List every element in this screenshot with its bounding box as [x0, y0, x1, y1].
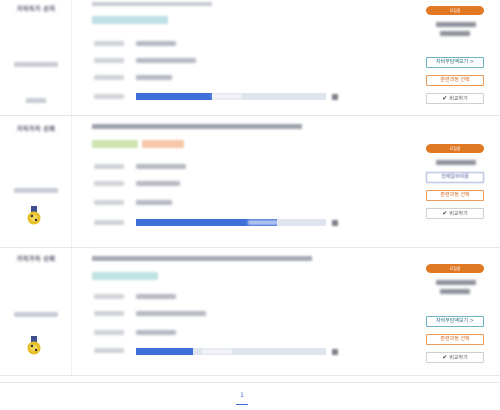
course-info — [86, 248, 348, 375]
select-course-button[interactable]: 훈련과정 선택 — [426, 334, 484, 345]
course-card: 가지가지 신뢰 모집중 — [0, 116, 500, 248]
info-value — [136, 311, 206, 316]
compare-label: 비교하기 — [449, 96, 468, 102]
course-actions: 모집중 자비부담액보기 > 훈련과정 선택 ✔ 비교하기 — [426, 248, 486, 375]
enrollment-bar-label — [248, 220, 278, 225]
info-key — [94, 94, 124, 99]
institution-rating — [436, 22, 476, 27]
info-line — [94, 75, 344, 81]
course-actions: 모집중 전체일부비용 훈련과정 선택 ✔ 비교하기 — [426, 116, 486, 247]
info-key — [94, 294, 124, 299]
course-info — [86, 0, 348, 115]
gold-badge-icon — [27, 206, 41, 225]
info-key — [94, 220, 124, 225]
course-title[interactable] — [92, 2, 212, 6]
select-course-button[interactable]: 훈련과정 선택 — [426, 75, 484, 86]
pagination: 1 — [0, 382, 500, 410]
enrollment-bar-label — [202, 349, 232, 354]
course-actions: 모집중 자비부담액보기 > 훈련과정 선택 ✔ 비교하기 — [426, 0, 486, 115]
info-key — [94, 58, 124, 63]
course-logo-column: 가지가지 신뢰 — [0, 248, 72, 375]
info-key — [94, 200, 124, 205]
info-key — [94, 164, 124, 169]
institution-rating — [436, 160, 476, 165]
info-value — [136, 294, 176, 299]
compare-button[interactable]: ✔ 비교하기 — [426, 208, 484, 219]
info-key — [94, 75, 124, 80]
course-tag — [92, 16, 168, 24]
enrollment-count — [332, 349, 338, 355]
enrollment-count — [332, 94, 338, 100]
institution-rating — [436, 280, 476, 285]
cost-button[interactable]: 자비부담액보기 > — [426, 316, 484, 327]
course-tag — [142, 140, 184, 148]
info-line — [94, 311, 344, 317]
info-line — [94, 164, 344, 170]
info-line — [94, 200, 344, 206]
compare-label: 비교하기 — [449, 355, 468, 361]
info-line — [94, 58, 344, 64]
status-badge: 모집중 — [426, 144, 484, 153]
info-line — [94, 294, 344, 300]
enrollment-count — [332, 220, 338, 226]
course-card: 가지가지 신뢰 모집중 — [0, 248, 500, 376]
institution-subtitle — [14, 312, 58, 317]
course-tag — [92, 272, 158, 280]
info-line — [94, 330, 344, 336]
status-badge: 모집중 — [426, 264, 484, 273]
course-list: 가지치기 산지 모집중 자비부담액보기 > 훈련과정 선택 ✔ 비교하기 가지가… — [0, 0, 500, 376]
enrollment-bar-fill — [136, 93, 212, 100]
institution-rating-detail — [440, 31, 470, 36]
compare-button[interactable]: ✔ 비교하기 — [426, 93, 484, 104]
info-value — [136, 200, 172, 205]
course-tag — [92, 140, 138, 148]
check-icon: ✔ — [442, 354, 448, 361]
course-title[interactable] — [92, 124, 302, 129]
check-icon: ✔ — [442, 95, 448, 102]
course-title[interactable] — [92, 256, 312, 261]
enrollment-bar — [136, 219, 326, 226]
course-logo-column: 가지가지 신뢰 — [0, 116, 72, 247]
institution-subtitle — [14, 62, 58, 67]
info-key — [94, 348, 124, 353]
gold-badge-icon — [27, 336, 41, 355]
course-logo-column: 가지치기 산지 — [0, 0, 72, 115]
info-key — [94, 181, 124, 186]
select-course-button[interactable]: 훈련과정 선택 — [426, 190, 484, 201]
course-card: 가지치기 산지 모집중 자비부담액보기 > 훈련과정 선택 ✔ 비교하기 — [0, 0, 500, 116]
course-info — [86, 116, 348, 247]
info-key — [94, 330, 124, 335]
info-line — [94, 181, 344, 187]
institution-subtitle — [14, 188, 58, 193]
cost-button[interactable]: 전체일부비용 — [426, 172, 484, 183]
enrollment-bar — [136, 93, 326, 100]
compare-button[interactable]: ✔ 비교하기 — [426, 352, 484, 363]
info-value — [136, 75, 172, 80]
compare-label: 비교하기 — [449, 211, 468, 217]
institution-rating-detail — [440, 289, 470, 294]
info-value — [136, 41, 176, 46]
institution-logo: 가지치기 산지 — [16, 6, 56, 13]
institution-tag — [26, 98, 46, 103]
enrollment-bar — [136, 348, 326, 355]
info-value — [136, 181, 180, 186]
institution-logo: 가지가지 신뢰 — [16, 256, 56, 263]
status-badge: 모집중 — [426, 6, 484, 15]
check-icon: ✔ — [442, 210, 448, 217]
info-value — [136, 164, 186, 169]
enrollment-bar-fill — [136, 348, 193, 355]
info-line — [94, 41, 344, 47]
page-link-current[interactable]: 1 — [236, 391, 248, 405]
enrollment-bar-label — [212, 94, 242, 99]
info-key — [94, 311, 124, 316]
info-key — [94, 41, 124, 46]
info-value — [136, 58, 196, 63]
info-value — [136, 330, 176, 335]
cost-button[interactable]: 자비부담액보기 > — [426, 57, 484, 68]
institution-logo: 가지가지 신뢰 — [16, 126, 56, 133]
